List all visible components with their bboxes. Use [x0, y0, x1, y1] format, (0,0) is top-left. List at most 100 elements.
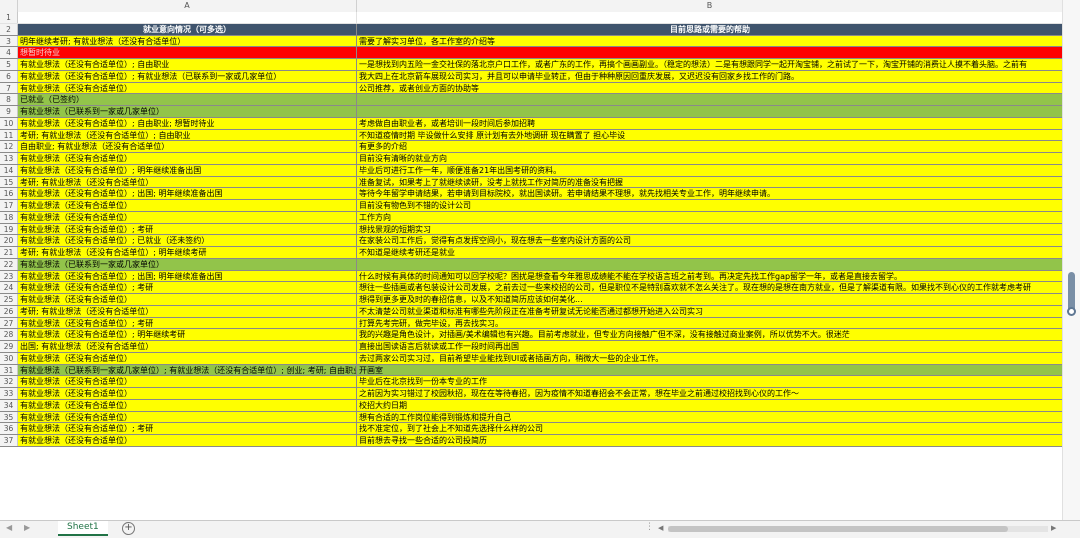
cell-employment-intent[interactable]: 有就业想法（还没有合适单位） — [18, 399, 357, 411]
row-number[interactable]: 30 — [0, 352, 18, 364]
column-header-b[interactable]: B — [357, 0, 1063, 12]
cell-help-needed[interactable]: 之前因为实习错过了校园秋招，现在在等待春招，因为疫情不知道春招会不会正常，想在毕… — [357, 388, 1063, 399]
cell-employment-intent[interactable]: 考研; 有就业想法（还没有合适单位）; 明年继续考研 — [18, 247, 357, 258]
row-number[interactable]: 2 — [0, 23, 18, 35]
cell-help-needed[interactable]: 毕业后可进行工作一年，顺便准备21年出国考研的资料。 — [357, 164, 1063, 176]
cell-help-needed[interactable]: 有更多的介绍 — [357, 141, 1063, 152]
cell-help-needed[interactable]: 想找景观的短期实习 — [357, 223, 1063, 235]
cell-help-needed[interactable]: 我的兴趣是角色设计，对插画/美术编辑也有兴趣。目前考虑就业，但专业方向接触广但不… — [357, 329, 1063, 340]
tab-scroll-left-icon[interactable]: ◀ — [6, 523, 12, 532]
cell-help-needed[interactable] — [357, 47, 1063, 58]
row-number[interactable]: 9 — [0, 106, 18, 117]
cell-help-needed[interactable] — [357, 106, 1063, 117]
row-number[interactable]: 28 — [0, 329, 18, 340]
row-number[interactable]: 3 — [0, 35, 18, 47]
column-header-a[interactable]: A — [18, 0, 357, 12]
cell-help-needed[interactable]: 在家装公司工作后，觉得有点发挥空间小，现在想去一些室内设计方面的公司 — [357, 235, 1063, 246]
horizontal-scrollbar[interactable]: ◀ ▶ — [658, 524, 1058, 534]
cell-employment-intent[interactable]: 有就业想法（还没有合适单位） — [18, 352, 357, 364]
cell-employment-intent[interactable]: 有就业想法（还没有合适单位） — [18, 211, 357, 223]
cell-employment-intent[interactable]: 已就业（已签约） — [18, 94, 357, 105]
cell-employment-intent[interactable]: 有就业想法（还没有合适单位） — [18, 411, 357, 423]
row-number[interactable]: 31 — [0, 364, 18, 376]
cell-help-needed[interactable]: 毕业后在北京找到一份本专业的工作 — [357, 376, 1063, 387]
cell-help-needed[interactable]: 公司推荐，或者创业方面的协助等 — [357, 82, 1063, 94]
cell-employment-intent[interactable]: 有就业想法（已联系到一家或几家单位）; 有就业想法（还没有合适单位）; 创业; … — [18, 364, 357, 376]
cell-help-needed[interactable] — [357, 94, 1063, 105]
cell-help-needed[interactable]: 校招大约日期 — [357, 399, 1063, 411]
tab-scroll-right-icon[interactable]: ▶ — [24, 523, 30, 532]
cell-employment-intent[interactable]: 自由职业; 有就业想法（还没有合适单位） — [18, 141, 357, 152]
cell-help-needed[interactable]: 等待今年留学申请结果，若申请到目标院校，就出国读研。若申请结果不理想，就先找相关… — [357, 188, 1063, 199]
row-number[interactable]: 12 — [0, 141, 18, 152]
cell-help-needed[interactable]: 考虑做自由职业者，或者培训一段时间后参加招聘 — [357, 117, 1063, 129]
row-number[interactable]: 5 — [0, 59, 18, 70]
cell-employment-intent[interactable]: 有就业想法（还没有合适单位）; 自由职业 — [18, 59, 357, 70]
cell-employment-intent[interactable]: 明年继续考研; 有就业想法（还没有合适单位） — [18, 35, 357, 47]
cell-employment-intent[interactable]: 有就业想法（还没有合适单位）; 有就业想法（已联系到一家或几家单位） — [18, 70, 357, 82]
cell-help-needed[interactable] — [357, 12, 1063, 23]
tab-sheet1[interactable]: Sheet1 — [58, 521, 108, 536]
scroll-right-arrow-icon[interactable]: ▶ — [1051, 524, 1056, 532]
cell-employment-intent[interactable]: 有就业想法（还没有合适单位）; 明年继续准备出国 — [18, 164, 357, 176]
row-number[interactable]: 20 — [0, 235, 18, 246]
row-number[interactable]: 10 — [0, 117, 18, 129]
cell-employment-intent[interactable]: 有就业想法（还没有合适单位）; 自由职业; 想暂时待业 — [18, 117, 357, 129]
row-number[interactable]: 19 — [0, 223, 18, 235]
row-number[interactable]: 25 — [0, 294, 18, 305]
row-number[interactable]: 34 — [0, 399, 18, 411]
row-number[interactable]: 11 — [0, 129, 18, 141]
cell-employment-intent[interactable]: 就业意向情况（可多选） — [18, 23, 357, 35]
row-number[interactable]: 33 — [0, 388, 18, 399]
cell-help-needed[interactable]: 一是想找到内五险一金交社保的落北京户口工作，或者广东的工作，再搞个画画副业。（稳… — [357, 59, 1063, 70]
cell-employment-intent[interactable]: 有就业想法（还没有合适单位）; 考研 — [18, 282, 357, 293]
cell-help-needed[interactable]: 想往一些插画或者包装设计公司发展，之前去过一些来校招的公司，但是职位不是特别喜欢… — [357, 282, 1063, 293]
cell-employment-intent[interactable]: 有就业想法（还没有合适单位）; 考研 — [18, 223, 357, 235]
cell-help-needed[interactable]: 打算先考完研，做完毕设，再去找实习。 — [357, 317, 1063, 329]
row-number[interactable]: 32 — [0, 376, 18, 387]
row-number[interactable]: 16 — [0, 188, 18, 199]
row-number[interactable]: 23 — [0, 270, 18, 282]
row-number[interactable]: 24 — [0, 282, 18, 293]
row-number[interactable]: 29 — [0, 341, 18, 352]
cell-help-needed[interactable]: 想有合适的工作岗位能得到锻炼和提升自己 — [357, 411, 1063, 423]
scroll-left-arrow-icon[interactable]: ◀ — [658, 524, 663, 532]
cell-employment-intent[interactable]: 有就业想法（还没有合适单位） — [18, 153, 357, 164]
cell-employment-intent[interactable]: 有就业想法（还没有合适单位） — [18, 82, 357, 94]
cell-help-needed[interactable]: 目前没有物色到不错的设计公司 — [357, 200, 1063, 211]
cell-employment-intent[interactable]: 有就业想法（还没有合适单位） — [18, 294, 357, 305]
cell-help-needed[interactable]: 什么时候有具体的时间通知可以回学校呢？困扰是想查看今年雅思成绩能不能在学校语言班… — [357, 270, 1063, 282]
cell-help-needed[interactable]: 找不准定位，到了社会上不知道先选择什么样的公司 — [357, 423, 1063, 434]
cell-employment-intent[interactable]: 有就业想法（还没有合适单位）; 考研 — [18, 423, 357, 434]
row-number[interactable]: 17 — [0, 200, 18, 211]
row-number[interactable]: 13 — [0, 153, 18, 164]
cell-employment-intent[interactable]: 有就业想法（已联系到一家或几家单位） — [18, 258, 357, 270]
row-number[interactable]: 35 — [0, 411, 18, 423]
cell-employment-intent[interactable]: 有就业想法（还没有合适单位）; 已就业（还未签约） — [18, 235, 357, 246]
cell-employment-intent[interactable]: 有就业想法（还没有合适单位）; 明年继续考研 — [18, 329, 357, 340]
cell-help-needed[interactable]: 需要了解实习单位，各工作室的介绍等 — [357, 35, 1063, 47]
row-number[interactable]: 8 — [0, 94, 18, 105]
cell-help-needed[interactable]: 准备复试，如果考上了就继续读研，没考上就找工作对简历的准备没有把握 — [357, 176, 1063, 188]
vertical-scrollbar[interactable] — [1062, 0, 1080, 520]
cell-employment-intent[interactable] — [18, 12, 357, 23]
horizontal-scroll-thumb[interactable] — [668, 526, 1008, 532]
tab-split-handle-icon[interactable]: ⋮ — [645, 522, 654, 532]
cell-help-needed[interactable]: 直接出国读语言后就读或工作一段时间再出国 — [357, 341, 1063, 352]
cell-employment-intent[interactable]: 有就业想法（还没有合适单位）; 出国; 明年继续准备出国 — [18, 270, 357, 282]
row-number[interactable]: 1 — [0, 12, 18, 23]
cell-employment-intent[interactable]: 有就业想法（还没有合适单位）; 考研 — [18, 317, 357, 329]
horizontal-scroll-track[interactable] — [668, 526, 1048, 532]
cell-help-needed[interactable]: 目前没有清晰的就业方向 — [357, 153, 1063, 164]
row-number[interactable]: 18 — [0, 211, 18, 223]
row-number[interactable]: 6 — [0, 70, 18, 82]
row-number[interactable]: 22 — [0, 258, 18, 270]
cell-employment-intent[interactable]: 有就业想法（已联系到一家或几家单位） — [18, 106, 357, 117]
select-all-corner[interactable] — [0, 0, 18, 12]
cell-employment-intent[interactable]: 考研; 有就业想法（还没有合适单位） — [18, 305, 357, 317]
row-number[interactable]: 26 — [0, 305, 18, 317]
cell-help-needed[interactable]: 不太清楚公司就业渠道和标准有哪些先阶段正在准备考研复试无论能否通过都想开始进入公… — [357, 305, 1063, 317]
add-sheet-icon[interactable]: + — [122, 522, 135, 535]
cell-help-needed[interactable]: 去过两家公司实习过，目前希望毕业能找到UI或者插画方向，稍微大一些的企业工作。 — [357, 352, 1063, 364]
row-number[interactable]: 21 — [0, 247, 18, 258]
